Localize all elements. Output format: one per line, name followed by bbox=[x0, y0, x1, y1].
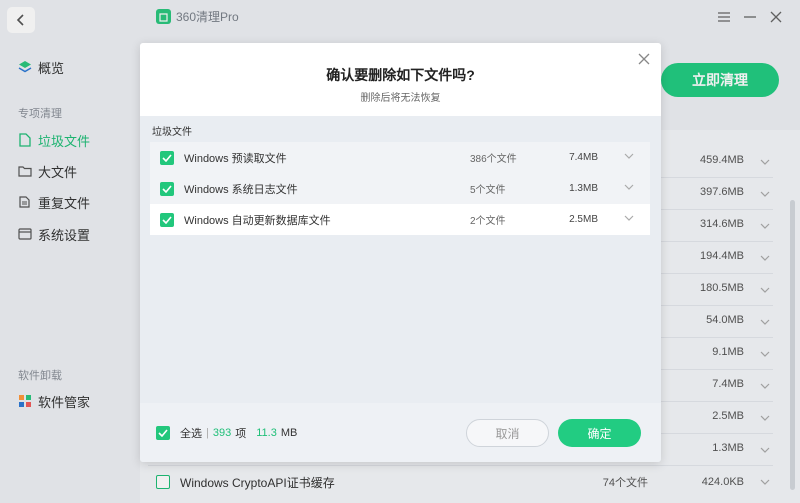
select-all-label: 全选 bbox=[180, 428, 202, 440]
file-row[interactable]: Windows 预读取文件 386个文件 7.4MB bbox=[150, 142, 650, 173]
file-size: 2.5MB bbox=[569, 214, 598, 225]
file-name: Windows 预读取文件 bbox=[184, 152, 287, 165]
dialog-section-label: 垃圾文件 bbox=[152, 127, 192, 138]
close-icon bbox=[638, 53, 650, 65]
selected-size: 11.3 bbox=[256, 427, 277, 439]
file-checkbox[interactable] bbox=[160, 212, 174, 227]
summary-divider: | bbox=[206, 427, 209, 439]
dialog-title: 确认要删除如下文件吗? bbox=[326, 67, 475, 83]
file-count: 5个文件 bbox=[470, 185, 506, 196]
file-name: Windows 系统日志文件 bbox=[184, 183, 298, 196]
confirm-delete-dialog: 确认要删除如下文件吗? 删除后将无法恢复 垃圾文件 Windows 预读取文件 … bbox=[140, 43, 661, 462]
dialog-file-list: Windows 预读取文件 386个文件 7.4MB Windows 系统日志文… bbox=[150, 142, 650, 235]
file-row[interactable]: Windows 自动更新数据库文件 2个文件 2.5MB bbox=[150, 204, 650, 235]
cancel-button[interactable]: 取消 bbox=[466, 419, 549, 447]
checkmark-icon bbox=[162, 153, 172, 162]
file-checkbox[interactable] bbox=[160, 181, 174, 196]
file-count: 386个文件 bbox=[470, 154, 517, 165]
chevron-down-icon[interactable] bbox=[624, 184, 634, 190]
file-count: 2个文件 bbox=[470, 216, 506, 227]
chevron-down-icon[interactable] bbox=[624, 215, 634, 221]
file-size: 7.4MB bbox=[569, 152, 598, 163]
confirm-button[interactable]: 确定 bbox=[558, 419, 641, 447]
file-row[interactable]: Windows 系统日志文件 5个文件 1.3MB bbox=[150, 173, 650, 204]
file-size: 1.3MB bbox=[569, 183, 598, 194]
dialog-footer: 全选 | 393 项 11.3 MB 取消 确定 bbox=[140, 403, 661, 462]
dialog-header: 确认要删除如下文件吗? 删除后将无法恢复 bbox=[140, 43, 661, 116]
select-all-checkbox[interactable] bbox=[156, 426, 170, 440]
file-checkbox[interactable] bbox=[160, 150, 174, 165]
checkmark-icon bbox=[158, 429, 168, 437]
select-all-summary: 全选 | 393 项 11.3 MB bbox=[156, 425, 307, 441]
selected-size-unit: MB bbox=[280, 427, 298, 439]
file-name: Windows 自动更新数据库文件 bbox=[184, 214, 331, 227]
checkmark-icon bbox=[162, 184, 172, 193]
chevron-down-icon[interactable] bbox=[624, 153, 634, 159]
selected-item-unit: 项 bbox=[235, 428, 247, 440]
dialog-subtitle: 删除后将无法恢复 bbox=[360, 93, 441, 104]
selected-item-count: 393 bbox=[212, 427, 232, 439]
dialog-close-button[interactable] bbox=[637, 52, 653, 68]
checkmark-icon bbox=[162, 215, 172, 224]
